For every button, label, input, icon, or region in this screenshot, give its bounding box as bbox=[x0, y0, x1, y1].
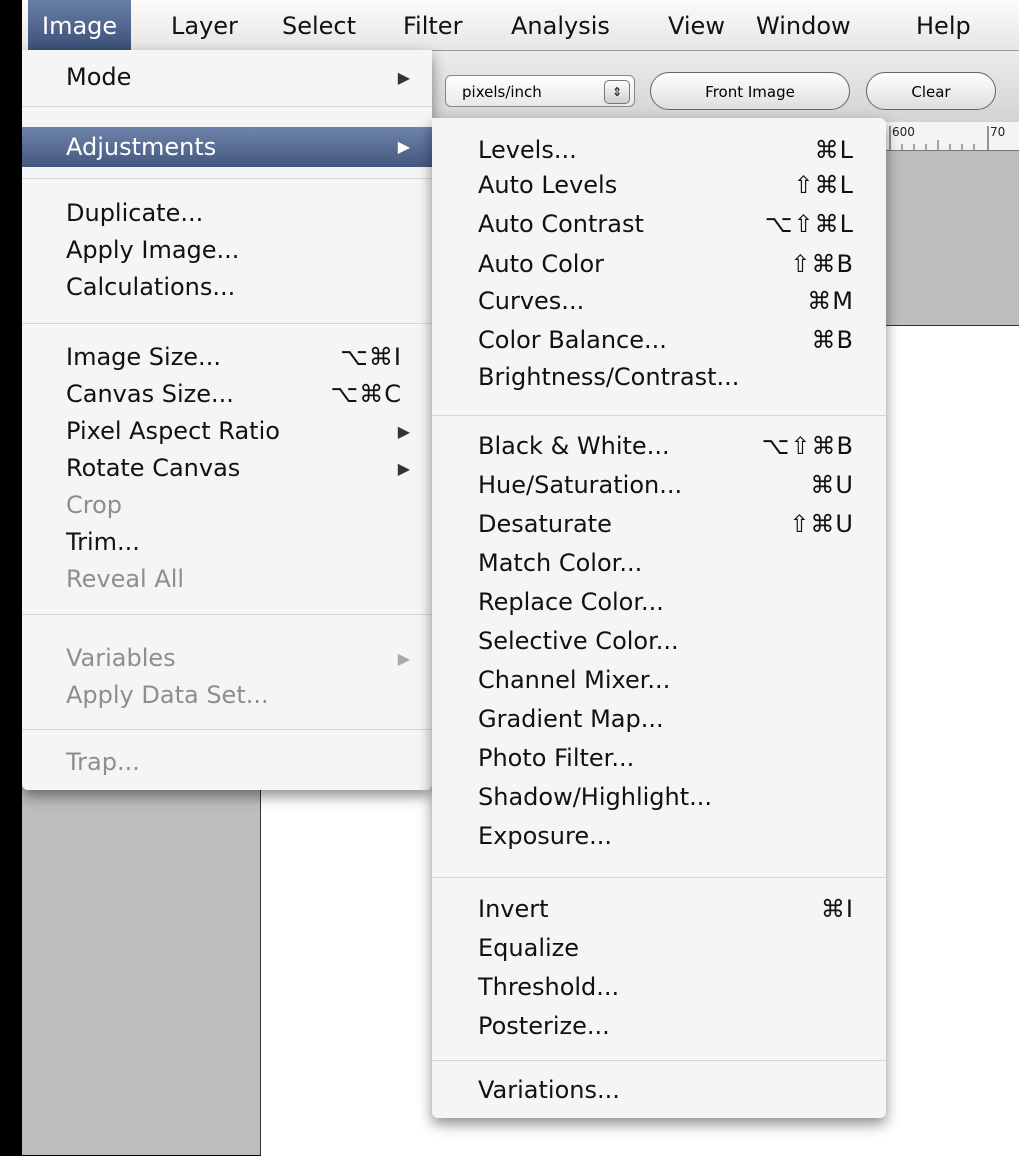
menu-item-shadow-highlight[interactable]: Shadow/Highlight... bbox=[432, 779, 886, 816]
menu-item-trap: Trap... bbox=[66, 748, 140, 776]
shortcut-label: ⌘M bbox=[807, 287, 854, 315]
menu-item-brightness-contrast[interactable]: Brightness/Contrast... bbox=[432, 359, 886, 396]
menu-item-posterize[interactable]: Posterize... bbox=[432, 1008, 886, 1045]
front-image-button[interactable]: Front Image bbox=[650, 72, 850, 110]
menu-select[interactable]: Select bbox=[268, 0, 370, 50]
menu-item-invert[interactable]: Invert ⌘I bbox=[432, 891, 886, 928]
menu-item-channel-mixer[interactable]: Channel Mixer... bbox=[432, 662, 886, 699]
shortcut-label: ⇧⌘L bbox=[793, 171, 854, 199]
submenu-arrow-icon: ▶ bbox=[397, 68, 410, 87]
menu-item-match-color[interactable]: Match Color... bbox=[432, 545, 886, 582]
menu-separator bbox=[22, 729, 432, 730]
shortcut-label: ⌘U bbox=[810, 471, 854, 499]
menu-item-levels[interactable]: Levels... ⌘L bbox=[432, 132, 886, 169]
menu-item-selective-color[interactable]: Selective Color... bbox=[432, 623, 886, 660]
menu-item-duplicate[interactable]: Duplicate... bbox=[22, 195, 432, 232]
menu-item-replace-color[interactable]: Replace Color... bbox=[432, 584, 886, 621]
menu-bar: Image Layer Select Filter Analysis View … bbox=[0, 0, 1019, 51]
menu-item-canvas-size[interactable]: Canvas Size... ⌥⌘C bbox=[22, 376, 432, 413]
menu-item-trim[interactable]: Trim... bbox=[22, 524, 432, 561]
menu-separator bbox=[432, 415, 886, 416]
menu-help[interactable]: Help bbox=[902, 0, 985, 50]
shortcut-label: ⌘B bbox=[811, 326, 854, 354]
menu-separator bbox=[22, 323, 432, 324]
shortcut-label: ⌥⌘C bbox=[330, 380, 402, 408]
image-menu: Mode ▶ Adjustments ▶ Duplicate... Apply … bbox=[22, 50, 432, 790]
menu-item-color-balance[interactable]: Color Balance... ⌘B bbox=[432, 322, 886, 359]
updown-arrows-icon: ⇕ bbox=[604, 80, 630, 104]
shortcut-label: ⌥⇧⌘B bbox=[761, 432, 854, 460]
menu-item-desaturate[interactable]: Desaturate ⇧⌘U bbox=[432, 506, 886, 543]
menu-item-mode[interactable]: Mode ▶ bbox=[22, 59, 432, 96]
ruler-label: 600 bbox=[892, 125, 915, 139]
menu-item-exposure[interactable]: Exposure... bbox=[432, 818, 886, 855]
menu-item-calculations[interactable]: Calculations... bbox=[22, 269, 432, 306]
menu-item-threshold[interactable]: Threshold... bbox=[432, 969, 886, 1006]
menu-view[interactable]: View bbox=[654, 0, 739, 50]
menu-item-crop: Crop bbox=[66, 491, 123, 519]
menu-layer[interactable]: Layer bbox=[157, 0, 252, 50]
submenu-arrow-icon: ▶ bbox=[397, 422, 410, 441]
menu-analysis[interactable]: Analysis bbox=[497, 0, 624, 50]
units-select-value: pixels/inch bbox=[462, 83, 542, 101]
submenu-arrow-icon: ▶ bbox=[397, 459, 410, 478]
shortcut-label: ⌘I bbox=[820, 895, 854, 923]
menu-item-equalize[interactable]: Equalize bbox=[432, 930, 886, 967]
menu-item-apply-image[interactable]: Apply Image... bbox=[22, 232, 432, 269]
menu-item-gradient-map[interactable]: Gradient Map... bbox=[432, 701, 886, 738]
menu-item-image-size[interactable]: Image Size... ⌥⌘I bbox=[22, 339, 432, 376]
menu-filter[interactable]: Filter bbox=[389, 0, 476, 50]
menu-item-apply-data-set: Apply Data Set... bbox=[66, 681, 269, 709]
menu-separator bbox=[432, 1060, 886, 1061]
menu-item-curves[interactable]: Curves... ⌘M bbox=[432, 283, 886, 320]
menu-item-hue-saturation[interactable]: Hue/Saturation... ⌘U bbox=[432, 467, 886, 504]
menu-separator bbox=[22, 178, 432, 179]
menu-item-reveal-all: Reveal All bbox=[66, 565, 185, 593]
shortcut-label: ⌘L bbox=[814, 136, 854, 164]
ruler-label: 70 bbox=[990, 125, 1006, 139]
clear-button[interactable]: Clear bbox=[866, 72, 996, 110]
menu-image[interactable]: Image bbox=[28, 0, 132, 50]
menu-window[interactable]: Window bbox=[742, 0, 865, 50]
horizontal-ruler: 600 70 bbox=[870, 122, 1019, 151]
shortcut-label: ⇧⌘B bbox=[790, 250, 854, 278]
submenu-arrow-icon: ▶ bbox=[397, 137, 410, 156]
menu-separator bbox=[22, 614, 432, 615]
menu-item-variables: Variables ▶ bbox=[22, 640, 432, 677]
menu-item-pixel-aspect-ratio[interactable]: Pixel Aspect Ratio ▶ bbox=[22, 413, 432, 450]
units-select[interactable]: pixels/inch ⇕ bbox=[445, 75, 635, 107]
menu-separator bbox=[22, 106, 432, 107]
menu-item-auto-contrast[interactable]: Auto Contrast ⌥⇧⌘L bbox=[432, 206, 886, 243]
menu-item-variations[interactable]: Variations... bbox=[432, 1072, 886, 1109]
menu-item-auto-levels[interactable]: Auto Levels ⇧⌘L bbox=[432, 167, 886, 204]
menu-separator bbox=[432, 877, 886, 878]
shortcut-label: ⌥⌘I bbox=[340, 343, 402, 371]
menu-item-auto-color[interactable]: Auto Color ⇧⌘B bbox=[432, 246, 886, 283]
submenu-arrow-icon: ▶ bbox=[397, 649, 410, 668]
adjustments-submenu: Levels... ⌘L Auto Levels ⇧⌘L Auto Contra… bbox=[432, 118, 886, 1118]
menu-item-adjustments[interactable]: Adjustments ▶ bbox=[22, 127, 432, 167]
shortcut-label: ⌥⇧⌘L bbox=[764, 210, 854, 238]
shortcut-label: ⇧⌘U bbox=[789, 510, 854, 538]
screen-edge bbox=[0, 0, 22, 1155]
menu-item-black-white[interactable]: Black & White... ⌥⇧⌘B bbox=[432, 428, 886, 465]
menu-item-photo-filter[interactable]: Photo Filter... bbox=[432, 740, 886, 777]
menu-item-rotate-canvas[interactable]: Rotate Canvas ▶ bbox=[22, 450, 432, 487]
